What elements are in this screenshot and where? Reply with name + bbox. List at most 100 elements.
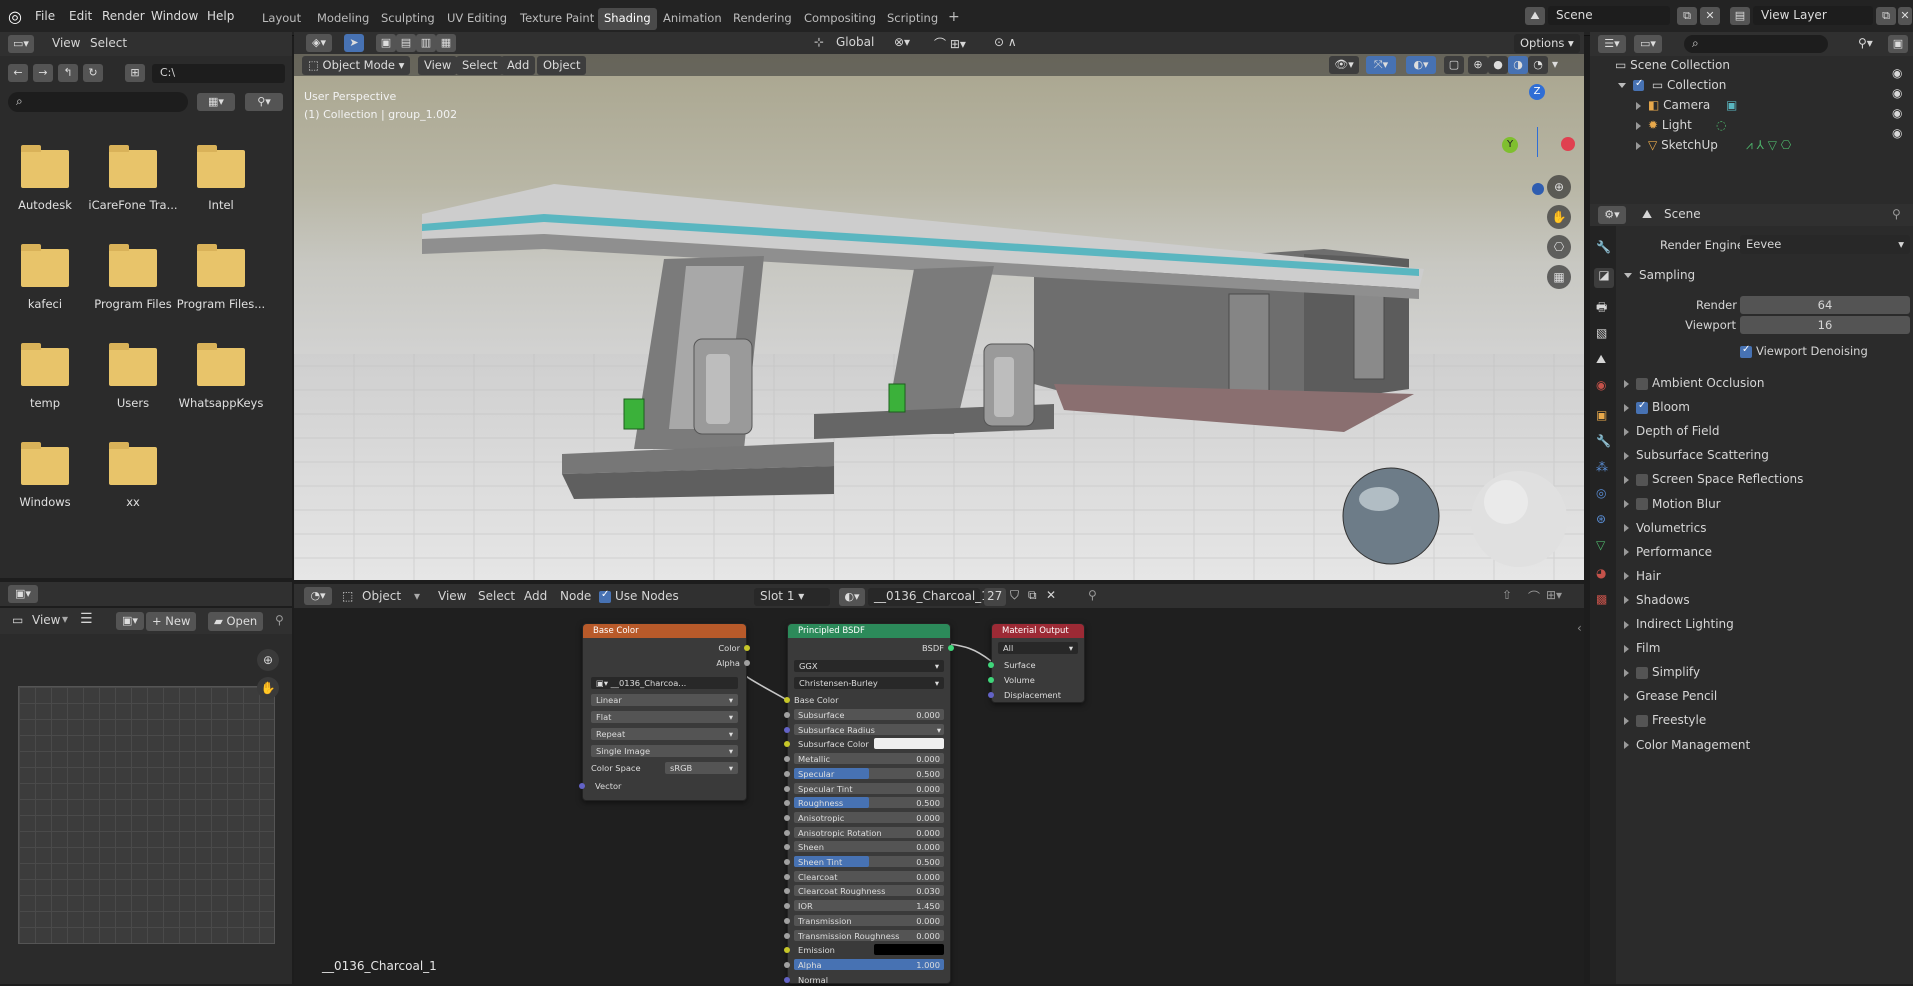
principled-bsdf-node[interactable]: Principled BSDF BSDF GGX ▾ Christensen-Bu… xyxy=(784,623,954,985)
tab-texture-paint[interactable]: Texture Paint xyxy=(514,8,600,30)
node-add-menu[interactable]: Add xyxy=(524,589,547,603)
tab-uv-editing[interactable]: UV Editing xyxy=(441,8,513,30)
panel-header-subsurface-scattering[interactable]: Subsurface Scattering xyxy=(1624,448,1769,462)
interpolation-dropdown[interactable]: Linear ▾ xyxy=(591,694,738,706)
collection-checkbox[interactable] xyxy=(1633,78,1644,91)
forward-arrow-icon[interactable]: → xyxy=(33,64,53,82)
bsdf-input-row[interactable]: Alpha 1.000 xyxy=(784,958,944,971)
view-layer-selector-icon[interactable]: ▤ xyxy=(1730,7,1750,25)
panel-header-motion-blur[interactable]: Motion Blur xyxy=(1624,497,1721,511)
tab-sculpting[interactable]: Sculpting xyxy=(375,8,441,30)
panel-checkbox[interactable] xyxy=(1636,400,1648,414)
output-node-header[interactable]: Material Output xyxy=(992,624,1084,638)
fake-user-icon[interactable]: ⛉ xyxy=(1010,588,1019,603)
extend-select-icon[interactable]: ▤ xyxy=(396,34,416,52)
panel-header-screen-space-reflections[interactable]: Screen Space Reflections xyxy=(1624,472,1803,486)
input-socket[interactable] xyxy=(784,785,790,792)
parent-node-tree-icon[interactable]: ⇧ xyxy=(1502,588,1512,602)
eye-visibility-icon[interactable]: ◉ xyxy=(1892,66,1902,80)
snap-icon[interactable]: ⌒ ⊞▾ xyxy=(934,35,966,52)
panel-header-ambient-occlusion[interactable]: Ambient Occlusion xyxy=(1624,376,1764,390)
use-nodes-checkbox[interactable] xyxy=(599,589,611,603)
refresh-icon[interactable]: ↻ xyxy=(83,64,103,82)
subtract-select-icon[interactable]: ▥ xyxy=(416,34,436,52)
panel-checkbox[interactable] xyxy=(1636,498,1648,510)
outliner-search-input[interactable]: ⌕ xyxy=(1684,35,1828,53)
folder-item[interactable]: temp xyxy=(0,343,90,410)
invert-select-icon[interactable]: ▦ xyxy=(436,34,456,52)
bsdf-input-row[interactable]: Anisotropic Rotation 0.000 xyxy=(784,826,944,839)
folder-item[interactable]: WhatsappKeys xyxy=(176,343,266,410)
remove-scene-icon[interactable]: ✕ xyxy=(1700,7,1720,25)
new-collection-icon[interactable]: ▣ xyxy=(1888,35,1908,53)
blender-logo-icon[interactable]: ◎ xyxy=(8,7,22,26)
display-mode-icon[interactable]: ▦▾ xyxy=(197,93,235,111)
folder-item[interactable]: Intel xyxy=(176,145,266,212)
distribution-dropdown[interactable]: GGX ▾ xyxy=(794,660,944,672)
source-dropdown[interactable]: Single Image ▾ xyxy=(591,745,738,757)
sidebar-toggle-icon[interactable]: ‹ xyxy=(1577,621,1582,635)
render-tab-icon[interactable]: ◪ xyxy=(1594,268,1614,288)
subsurface-method-dropdown[interactable]: Christensen-Burley ▾ xyxy=(794,677,944,689)
bsdf-input-row[interactable]: Metallic 0.000 xyxy=(784,753,944,765)
menu-help[interactable]: Help xyxy=(207,9,234,23)
material-name-field[interactable]: __0136_Charcoal_1 xyxy=(868,588,989,606)
filter-icon[interactable]: ⚲▾ xyxy=(1858,36,1873,50)
file-view-menu[interactable]: View xyxy=(52,36,80,50)
input-socket[interactable] xyxy=(784,712,790,718)
view-layer-field[interactable]: View Layer xyxy=(1753,6,1873,25)
input-socket[interactable] xyxy=(784,961,790,968)
physics-tab-icon[interactable]: ◎ xyxy=(1596,486,1606,500)
copy-scene-icon[interactable]: ⧉ xyxy=(1677,7,1697,25)
volume-input-socket[interactable] xyxy=(988,677,994,683)
bsdf-output-socket[interactable] xyxy=(948,645,954,651)
projection-dropdown[interactable]: Flat ▾ xyxy=(591,711,738,723)
panel-header-grease-pencil[interactable]: Grease Pencil xyxy=(1624,689,1717,703)
output-tab-icon[interactable]: 🖶 xyxy=(1596,298,1607,319)
expand-arrow-icon[interactable] xyxy=(1636,121,1641,130)
viewport-samples-field[interactable]: 16 xyxy=(1740,316,1910,334)
panel-header-film[interactable]: Film xyxy=(1624,641,1660,655)
gizmo-neg-z-icon[interactable] xyxy=(1532,183,1544,195)
node-editor-canvas[interactable]: Base Color Color Alpha ▣▾ __0136_Charcoa… xyxy=(294,608,1584,985)
eye-visibility-icon[interactable]: ◉ xyxy=(1892,86,1902,100)
back-arrow-icon[interactable]: ← xyxy=(8,64,28,82)
bsdf-input-row[interactable]: Transmission 0.000 xyxy=(784,914,944,927)
input-socket[interactable] xyxy=(784,756,790,763)
editor-type-icon[interactable]: ⚙▾ xyxy=(1598,206,1626,224)
vector-input-socket[interactable] xyxy=(579,783,585,789)
bsdf-input-row[interactable]: Sheen 0.000 xyxy=(784,841,944,853)
gizmo-z-icon[interactable]: Z xyxy=(1529,84,1545,100)
editor-type-icon[interactable]: ▭▾ xyxy=(8,35,34,53)
use-nodes-toggle[interactable]: Use Nodes xyxy=(599,589,679,603)
bsdf-input-row[interactable]: Anisotropic 0.000 xyxy=(784,811,944,824)
menu-render[interactable]: Render xyxy=(102,9,145,23)
hamburger-menu-icon[interactable]: ☰ xyxy=(80,611,93,627)
orientation-dropdown[interactable]: Global xyxy=(836,35,874,49)
node-select-menu[interactable]: Select xyxy=(478,589,515,603)
options-dropdown[interactable]: Options ▾ xyxy=(1514,34,1580,53)
node-node-menu[interactable]: Node xyxy=(560,589,591,603)
editor-type-icon[interactable]: ◈▾ xyxy=(306,34,332,52)
node-view-menu[interactable]: View xyxy=(438,589,466,603)
path-field[interactable]: C:\ xyxy=(152,64,285,83)
bsdf-input-row[interactable]: Clearcoat 0.000 xyxy=(784,870,944,883)
outliner-row-light[interactable]: ✹ Light ◌ xyxy=(1636,118,1906,136)
bsdf-input-row[interactable]: Specular 0.500 xyxy=(784,767,944,780)
panel-checkbox[interactable] xyxy=(1636,714,1648,727)
expand-arrow-icon[interactable] xyxy=(1636,101,1641,110)
image-node-header[interactable]: Base Color xyxy=(583,624,746,638)
panel-header-volumetrics[interactable]: Volumetrics xyxy=(1624,521,1706,535)
folder-item[interactable]: Autodesk xyxy=(0,145,90,212)
displacement-input-socket[interactable] xyxy=(988,692,994,698)
image-selector[interactable]: ▣▾ __0136_Charcoa... xyxy=(591,677,738,689)
color-swatch[interactable] xyxy=(874,944,944,956)
color-space-dropdown[interactable]: sRGB ▾ xyxy=(665,762,738,774)
menu-edit[interactable]: Edit xyxy=(69,9,92,23)
menu-window[interactable]: Window xyxy=(151,9,198,23)
box-select-icon[interactable]: ▣ xyxy=(376,34,396,52)
viewport-denoising-toggle[interactable]: Viewport Denoising xyxy=(1740,344,1868,358)
tab-rendering[interactable]: Rendering xyxy=(727,8,798,30)
folder-item[interactable]: Program Files... xyxy=(176,244,266,311)
input-socket[interactable] xyxy=(784,741,790,748)
